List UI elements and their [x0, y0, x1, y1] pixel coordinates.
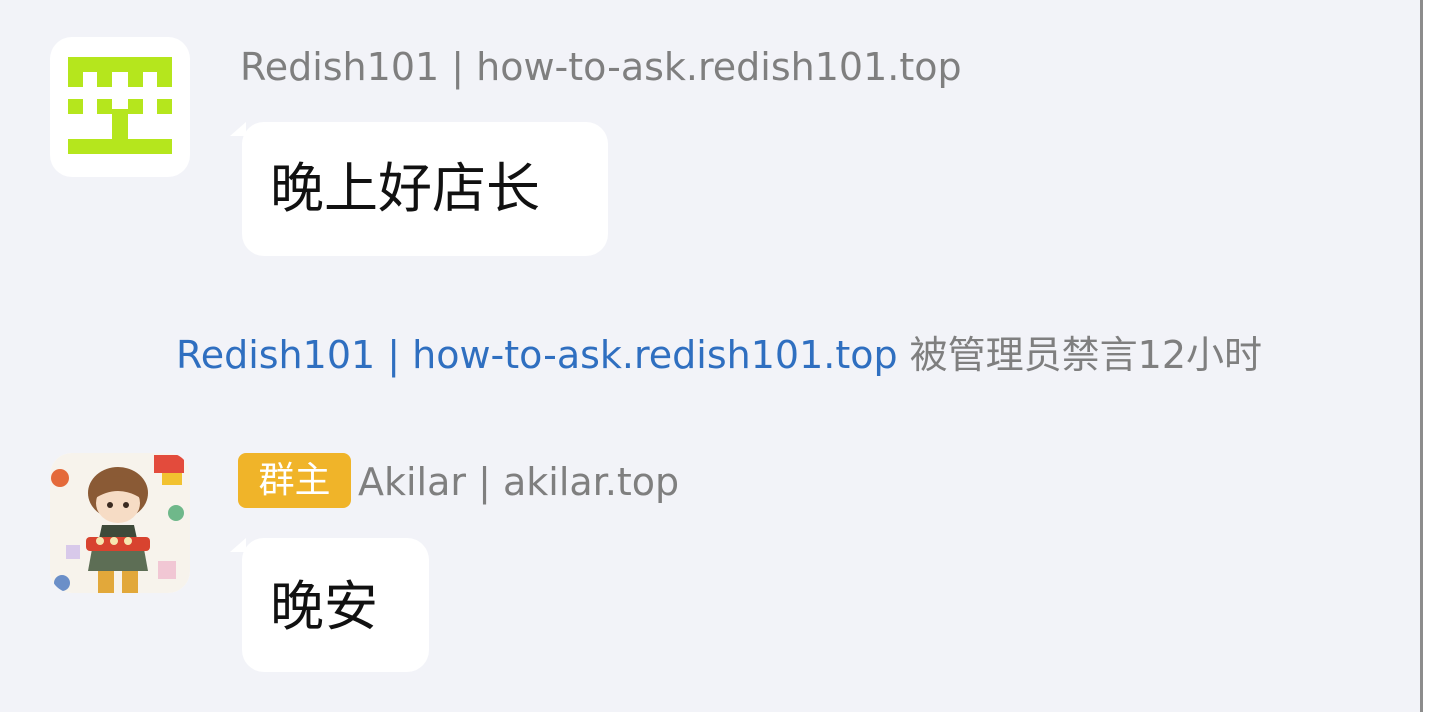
notice-action-text: 被管理员禁言12小时 [897, 333, 1263, 377]
message-bubble[interactable]: 晚上好店长 [242, 122, 608, 256]
pixel-face-icon [68, 57, 172, 154]
scrollbar-edge [1420, 0, 1440, 712]
system-notice: Redish101 | how-to-ask.redish101.top 被管理… [176, 336, 1262, 374]
anime-boy-avatar-icon [50, 453, 190, 593]
sender-name[interactable]: Redish101 | how-to-ask.redish101.top [240, 48, 962, 86]
muted-user-link[interactable]: Redish101 | how-to-ask.redish101.top [176, 333, 898, 377]
sender-name[interactable]: Akilar | akilar.top [358, 463, 679, 501]
message-bubble[interactable]: 晚安 [242, 538, 429, 672]
avatar-akilar[interactable] [50, 453, 190, 593]
avatar-redish101[interactable] [50, 37, 190, 177]
group-owner-badge: 群主 [238, 453, 351, 508]
chat-window: Redish101 | how-to-ask.redish101.top 晚上好… [0, 0, 1440, 712]
